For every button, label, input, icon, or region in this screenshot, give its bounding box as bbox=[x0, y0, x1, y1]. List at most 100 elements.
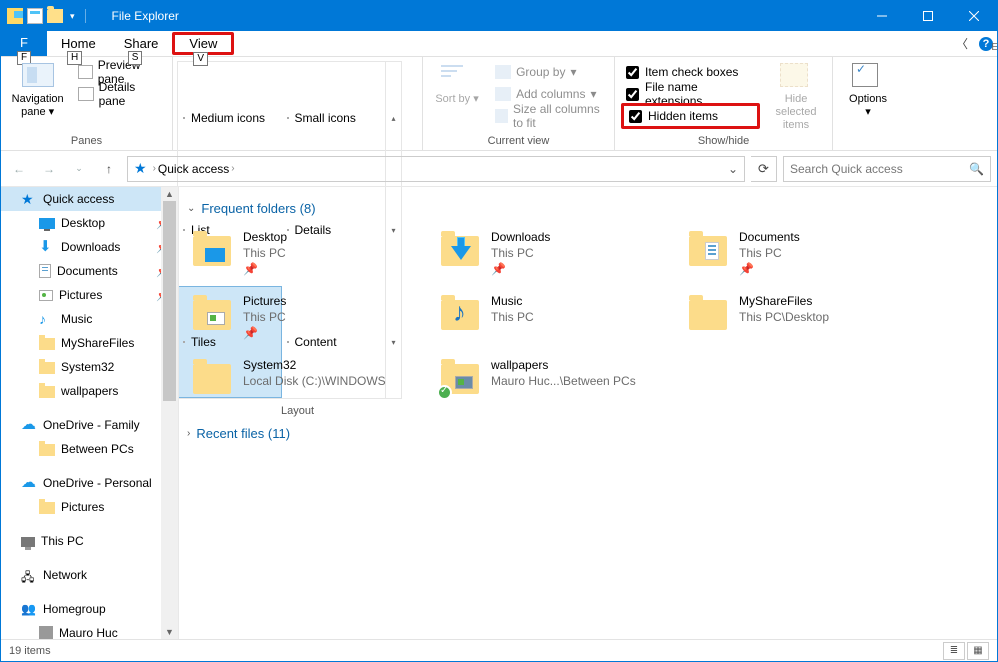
tree-item-mysharefiles[interactable]: MyShareFiles bbox=[1, 331, 178, 355]
folder-tile-desktop[interactable]: DesktopThis PC📌 bbox=[187, 224, 427, 284]
item-checkboxes-label: Item check boxes bbox=[645, 65, 738, 79]
breadcrumb-chevron-icon[interactable]: › bbox=[229, 163, 236, 174]
cloud-icon: ☁ bbox=[21, 476, 37, 490]
address-bar[interactable]: ★ › Quick access › ⌄ bbox=[127, 156, 745, 182]
breadcrumb-item[interactable]: Quick access bbox=[158, 162, 229, 176]
tree-item-label: Between PCs bbox=[61, 442, 134, 456]
tree-item-network[interactable]: 🖧Network bbox=[1, 563, 178, 587]
add-columns-label: Add columns bbox=[516, 87, 585, 101]
details-view-button[interactable]: ≣ bbox=[943, 642, 965, 660]
current-view-group-label: Current view bbox=[423, 133, 614, 150]
icons-view-button[interactable]: ▦ bbox=[967, 642, 989, 660]
qat-newfolder-icon[interactable] bbox=[47, 9, 63, 23]
folderm-icon bbox=[39, 386, 55, 398]
folder-grid: DesktopThis PC📌DownloadsThis PC📌Document… bbox=[187, 224, 985, 412]
qat-customize-icon[interactable]: ▾ bbox=[67, 11, 78, 22]
hidden-items-checkbox[interactable] bbox=[629, 110, 642, 123]
scroll-down-icon[interactable]: ▼ bbox=[161, 625, 178, 639]
file-ext-checkbox[interactable] bbox=[626, 88, 639, 101]
folder-tile-pictures[interactable]: PicturesThis PC📌 bbox=[187, 288, 427, 348]
file-ext-toggle[interactable]: File name extensions bbox=[621, 83, 760, 105]
ribbon-group-panes: Navigation pane ▾ Preview pane Details p… bbox=[1, 57, 173, 150]
title-bar: ▾ File Explorer bbox=[1, 1, 997, 31]
sidebar-scrollbar[interactable]: ▲ ▼ bbox=[161, 187, 178, 639]
folder-tile-documents[interactable]: DocumentsThis PC📌 bbox=[683, 224, 923, 284]
address-dropdown-button[interactable]: ⌄ bbox=[724, 162, 742, 176]
recent-locations-button[interactable]: ⌄ bbox=[67, 157, 91, 181]
up-button[interactable]: ↑ bbox=[97, 157, 121, 181]
back-button[interactable]: ← bbox=[7, 157, 31, 181]
folder-name: Desktop bbox=[243, 230, 287, 244]
scroll-thumb[interactable] bbox=[163, 201, 176, 401]
refresh-button[interactable]: ⟳ bbox=[751, 156, 777, 182]
app-icon bbox=[7, 8, 23, 24]
ribbon-group-current-view: Sort by ▾ Group by ▾ Add columns ▾ Size … bbox=[423, 57, 615, 150]
scroll-up-icon[interactable]: ▲ bbox=[161, 187, 178, 201]
tree-item-downloads[interactable]: ⬇Downloads📌 bbox=[1, 235, 178, 259]
folder-icon bbox=[687, 292, 729, 334]
folder-tile-system32[interactable]: System32Local Disk (C:)\WINDOWS bbox=[187, 352, 427, 412]
frequent-folders-header[interactable]: ⌄ Frequent folders (8) bbox=[187, 201, 985, 216]
maximize-button[interactable] bbox=[905, 1, 951, 31]
folder-tile-music[interactable]: ♪MusicThis PC bbox=[435, 288, 675, 348]
tree-item-mauro-huc[interactable]: Mauro Huc bbox=[1, 621, 178, 639]
folderm-icon bbox=[39, 338, 55, 350]
tree-item-documents[interactable]: Documents📌 bbox=[1, 259, 178, 283]
tree-item-pictures[interactable]: Pictures bbox=[1, 495, 178, 519]
tree-item-label: Network bbox=[43, 568, 87, 582]
search-box[interactable]: Search Quick access 🔍 bbox=[783, 156, 991, 182]
keytip-home: H bbox=[67, 51, 82, 65]
tab-home[interactable]: Home H bbox=[47, 31, 110, 56]
tree-item-between-pcs[interactable]: Between PCs bbox=[1, 437, 178, 461]
item-checkboxes-checkbox[interactable] bbox=[626, 66, 639, 79]
tree-item-music[interactable]: ♪Music bbox=[1, 307, 178, 331]
hide-selected-button[interactable]: Hide selected items bbox=[766, 61, 826, 133]
sort-by-button[interactable]: Sort by ▾ bbox=[429, 61, 485, 133]
tree-item-label: System32 bbox=[61, 360, 114, 374]
details-pane-button[interactable]: Details pane bbox=[74, 83, 166, 105]
pc-icon bbox=[21, 537, 35, 547]
layout-icon bbox=[287, 117, 289, 119]
options-button[interactable]: Options▾ bbox=[839, 61, 897, 133]
hidden-items-toggle[interactable]: Hidden items bbox=[621, 103, 760, 129]
qat-properties-icon[interactable] bbox=[27, 8, 43, 24]
group-by-label: Group by bbox=[516, 65, 565, 79]
size-columns-button[interactable]: Size all columns to fit bbox=[491, 105, 608, 127]
folder-name: Music bbox=[491, 294, 534, 308]
show-hide-group-label: Show/hide bbox=[615, 133, 832, 150]
tree-item-this-pc[interactable]: This PC bbox=[1, 529, 178, 553]
sort-by-label: Sort by bbox=[435, 93, 470, 105]
expand-chevron-icon[interactable]: › bbox=[187, 428, 190, 439]
tree-item-quick-access[interactable]: ★Quick access bbox=[1, 187, 178, 211]
tree-item-label: MyShareFiles bbox=[61, 336, 134, 350]
tab-view-label: View bbox=[189, 36, 217, 51]
collapse-chevron-icon[interactable]: ⌄ bbox=[187, 203, 195, 214]
folder-tile-downloads[interactable]: DownloadsThis PC📌 bbox=[435, 224, 675, 284]
group-by-button[interactable]: Group by ▾ bbox=[491, 61, 608, 83]
tab-view[interactable]: View V bbox=[172, 32, 234, 55]
tree-item-homegroup[interactable]: 👥Homegroup bbox=[1, 597, 178, 621]
tab-file-label: F bbox=[20, 35, 28, 50]
breadcrumb-chevron-icon[interactable]: › bbox=[151, 163, 158, 174]
tree-item-wallpapers[interactable]: wallpapers bbox=[1, 379, 178, 403]
folder-tile-mysharefiles[interactable]: MyShareFilesThis PC\Desktop bbox=[683, 288, 923, 348]
tab-file[interactable]: F F bbox=[1, 31, 47, 56]
folderm-icon bbox=[39, 362, 55, 374]
tree-item-desktop[interactable]: Desktop📌 bbox=[1, 211, 178, 235]
close-button[interactable] bbox=[951, 1, 997, 31]
folder-tile-wallpapers[interactable]: wallpapersMauro Huc...\Between PCs bbox=[435, 352, 675, 412]
tree-item-onedrive-personal[interactable]: ☁OneDrive - Personal bbox=[1, 471, 178, 495]
tree-item-onedrive-family[interactable]: ☁OneDrive - Family bbox=[1, 413, 178, 437]
desktop-icon bbox=[39, 218, 55, 229]
navigation-pane-button[interactable]: Navigation pane ▾ bbox=[7, 61, 68, 133]
minimize-button[interactable] bbox=[859, 1, 905, 31]
ribbon-collapse-button[interactable]: 〈 bbox=[949, 31, 975, 56]
pin-icon: 📌 bbox=[243, 326, 286, 340]
tree-item-pictures[interactable]: Pictures📌 bbox=[1, 283, 178, 307]
tab-share[interactable]: Share S bbox=[110, 31, 173, 56]
tree-item-system32[interactable]: System32 bbox=[1, 355, 178, 379]
forward-button[interactable]: → bbox=[37, 157, 61, 181]
folder-name: MyShareFiles bbox=[739, 294, 829, 308]
recent-files-header[interactable]: › Recent files (11) bbox=[187, 426, 985, 441]
tree-item-label: Quick access bbox=[43, 192, 114, 206]
